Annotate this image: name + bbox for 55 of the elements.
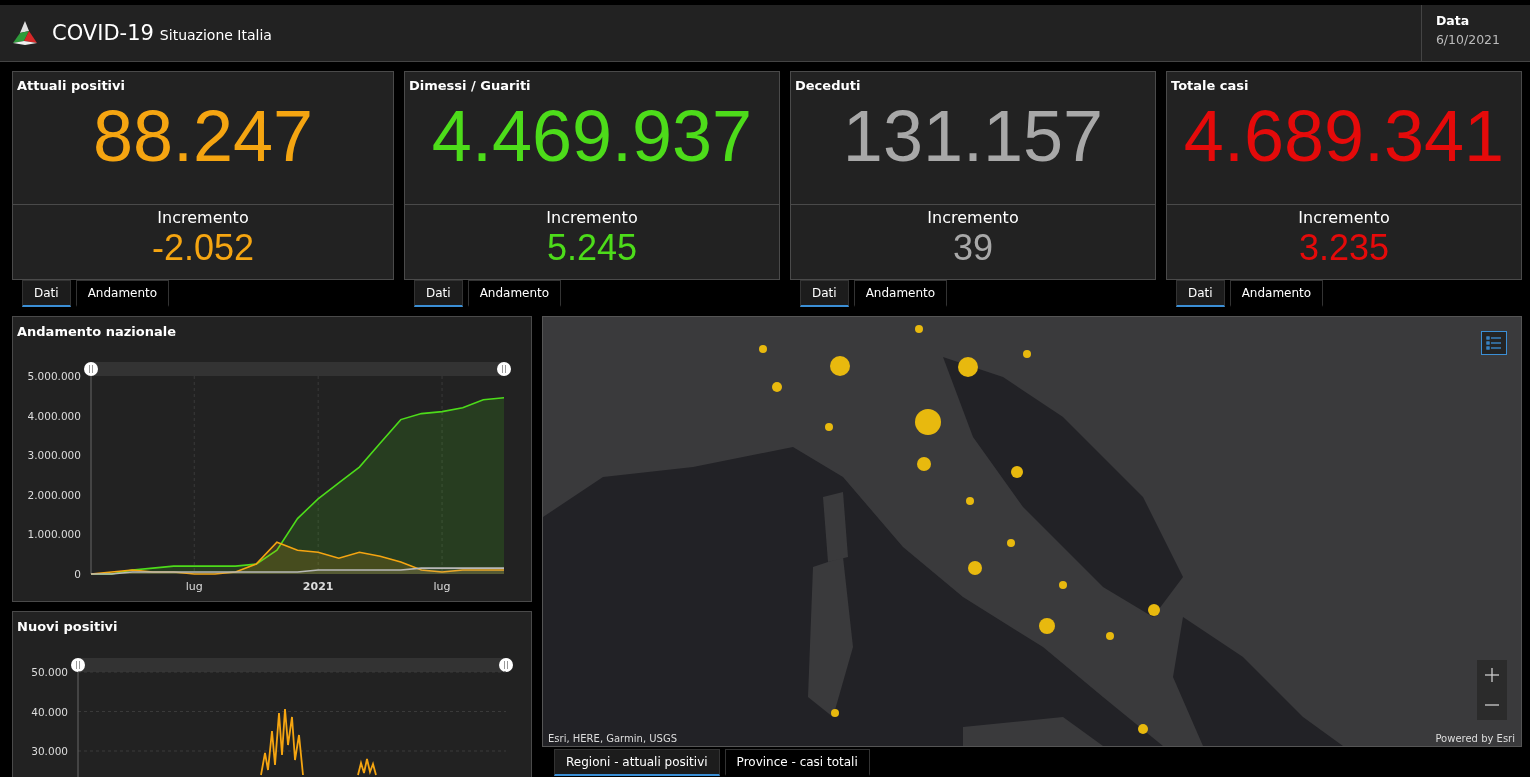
view-tab[interactable]: Dati <box>800 280 849 307</box>
stat-value: 131.157 <box>842 95 1104 177</box>
axis-label: 1.000.000 <box>27 528 81 541</box>
axis-label: 40.000 <box>31 705 68 718</box>
map-layer-tab[interactable]: Regioni - attuali positivi <box>554 749 720 776</box>
axis-label: lug <box>433 580 451 593</box>
increment-value: -2.052 <box>151 227 255 269</box>
powered-by-text: Powered by Esri <box>1435 733 1515 744</box>
date-label: Data <box>1435 13 1471 28</box>
increment-value: 5.245 <box>546 227 638 269</box>
card-title: Attuali positivi <box>16 77 126 93</box>
stat-value: 88.247 <box>92 95 314 177</box>
increment-value: 39 <box>952 227 993 269</box>
logo-icon <box>10 19 40 47</box>
stat-value: 4.689.341 <box>1183 95 1505 177</box>
slider-handle[interactable] <box>84 362 98 376</box>
increment-label: Incremento <box>927 208 1019 227</box>
app-subtitle: Situazione Italia <box>159 27 272 43</box>
axis-label: 5.000.000 <box>27 370 81 382</box>
list-icon <box>1486 335 1502 351</box>
stat-value: 4.469.937 <box>431 95 753 177</box>
view-tab[interactable]: Dati <box>414 280 463 307</box>
view-tab[interactable]: Andamento <box>467 280 562 307</box>
axis-label: 3.000.000 <box>27 449 81 462</box>
axis-label: 2021 <box>302 580 334 593</box>
view-tab[interactable]: Dati <box>22 280 71 307</box>
increment-label: Incremento <box>1298 208 1390 227</box>
view-tab[interactable]: Dati <box>1176 280 1225 307</box>
axis-label: lug <box>185 580 203 593</box>
increment-label: Incremento <box>157 208 249 227</box>
slider-handle[interactable] <box>497 362 511 376</box>
plus-icon <box>1485 668 1499 682</box>
chart-title: Nuovi positivi <box>16 618 119 634</box>
app-title: COVID-19 <box>52 21 154 45</box>
map-view[interactable]: Esri, HERE, Garmin, USGS Powered by Esri <box>542 316 1522 747</box>
axis-label: 0 <box>74 568 81 580</box>
view-tab[interactable]: Andamento <box>853 280 948 307</box>
view-tab[interactable]: Andamento <box>75 280 170 307</box>
view-tab[interactable]: Andamento <box>1229 280 1324 307</box>
slider-handle[interactable] <box>499 658 513 672</box>
increment-value: 3.235 <box>1298 227 1390 269</box>
card-title: Dimessi / Guariti <box>408 77 532 93</box>
slider-handle[interactable] <box>71 658 85 672</box>
card-title: Totale casi <box>1170 77 1250 93</box>
axis-label: 30.000 <box>31 745 68 757</box>
map-layer-tab[interactable]: Province - casi totali <box>724 749 870 776</box>
map-attribution: Esri, HERE, Garmin, USGS <box>548 733 678 744</box>
chart-title: Andamento nazionale <box>16 323 177 339</box>
axis-label: 4.000.000 <box>27 409 81 422</box>
card-title: Deceduti <box>794 77 862 93</box>
axis-label: 50.000 <box>31 666 68 678</box>
increment-label: Incremento <box>546 208 638 227</box>
date-value: 6/10/2021 <box>1435 32 1500 47</box>
legend-button[interactable] <box>1481 331 1507 355</box>
axis-label: 2.000.000 <box>27 488 81 501</box>
